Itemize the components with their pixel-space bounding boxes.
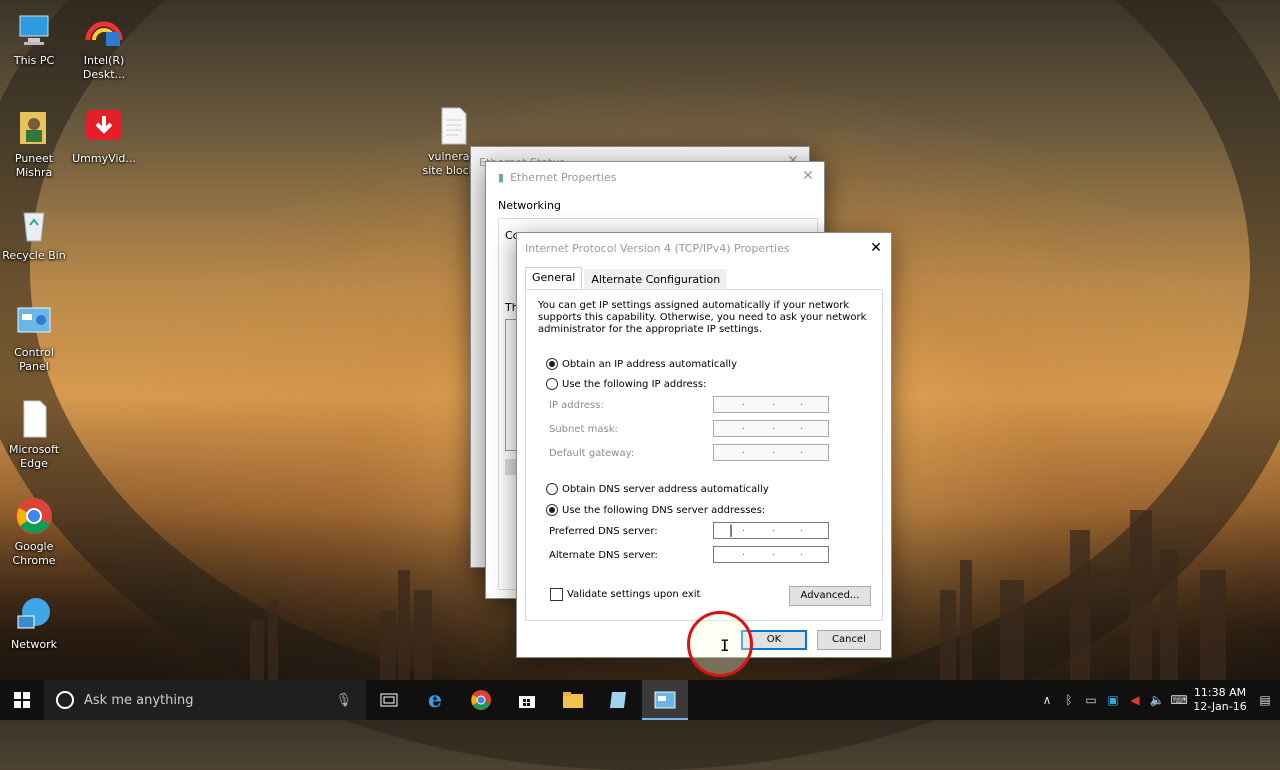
radio-ip-manual[interactable]: Use the following IP address: [546,378,706,390]
intel-desktop-icon [84,10,124,50]
desktop-icon-label: Network [11,638,57,651]
window-title: Ethernet Properties [510,170,617,184]
edge-icon[interactable]: e [412,680,458,720]
desktop-icon-user-folder[interactable]: Puneet Mishra [0,108,68,180]
close-icon[interactable]: ✕ [800,168,816,184]
app-tray-icon[interactable]: ▣ [1102,693,1124,707]
store-icon[interactable] [504,680,550,720]
start-button[interactable] [0,680,44,720]
desktop-icon-network[interactable]: Network [0,594,68,652]
tab-strip: General Alternate Configuration [525,267,729,290]
desktop-icon-label: This PC [13,54,55,67]
tab-alternate-configuration[interactable]: Alternate Configuration [584,269,728,290]
radio-label: Obtain DNS server address automatically [562,483,769,495]
text-cursor-icon: I [720,636,730,655]
desktop-icon-label: UmmyVid... [72,152,136,165]
tab-networking[interactable]: Networking [498,199,561,212]
radio-label: Obtain an IP address automatically [562,358,738,370]
radio-dns-manual[interactable]: Use the following DNS server addresses: [546,504,765,516]
recycle-bin-icon [14,205,54,245]
tcpipv4-properties-dialog[interactable]: Internet Protocol Version 4 (TCP/IPv4) P… [516,232,892,658]
clock-time: 11:38 AM [1193,686,1247,699]
text-file-icon [434,106,474,146]
clock-date: 12-Jan-16 [1193,700,1247,713]
edge-shortcut-icon [14,399,54,439]
desktop-icon-recycle-bin[interactable]: Recycle Bin [0,205,68,263]
desktop-icon-label: Recycle Bin [2,249,66,262]
window-titlebar: Internet Protocol Version 4 (TCP/IPv4) P… [517,233,891,263]
window-title: Internet Protocol Version 4 (TCP/IPv4) P… [525,241,790,255]
windows-logo-icon [14,692,30,708]
network-connections-icon[interactable] [642,680,688,720]
system-tray: ∧ ᛒ ▭ ▣ ◀ 🔈 ⌨ 11:38 AM 12-Jan-16 ▤ [1036,680,1280,720]
radio-unselected-icon [546,483,558,495]
desktop-icon-label: Intel(R) Deskt... [82,54,126,81]
desktop-icon-label: Microsoft Edge [8,443,60,470]
radio-label: Use the following IP address: [562,378,707,390]
tab-general[interactable]: General [525,267,583,290]
bluetooth-icon[interactable]: ᛒ [1058,693,1080,707]
file-explorer-icon[interactable] [550,680,596,720]
close-icon[interactable]: ✕ [868,240,884,256]
window-titlebar: ▮ Ethernet Properties [486,162,824,192]
alternate-dns-field[interactable]: ... [713,546,829,563]
action-center-icon[interactable]: ▤ [1250,693,1280,707]
this-pc-icon [14,10,54,50]
subnet-mask-field[interactable]: ... [713,420,829,437]
alert-tray-icon[interactable]: ◀ [1124,693,1146,707]
radio-dns-auto[interactable]: Obtain DNS server address automatically [546,483,769,495]
radio-selected-icon [546,358,558,370]
user-folder-icon [14,108,54,148]
radio-selected-icon [546,504,558,516]
desktop-icon-label: Google Chrome [12,540,56,567]
ip-address-label: IP address: [549,400,604,411]
keyboard-icon[interactable]: ⌨ [1168,693,1190,707]
advanced-button[interactable]: Advanced... [789,586,871,606]
alternate-dns-label: Alternate DNS server: [549,550,658,561]
search-placeholder: Ask me anything [84,692,194,708]
cortana-search-box[interactable]: Ask me anything 🎙 [44,680,366,720]
network-icon [14,594,54,634]
preferred-dns-label: Preferred DNS server: [549,526,658,537]
radio-label: Use the following DNS server addresses: [562,504,766,516]
desktop-icon-edge[interactable]: Microsoft Edge [0,399,68,471]
desktop-icon-control-panel[interactable]: Control Panel [0,302,68,374]
checkbox-label: Validate settings upon exit [567,589,701,600]
validate-settings-checkbox[interactable]: Validate settings upon exit [550,588,700,601]
default-gateway-field[interactable]: ... [713,444,829,461]
subnet-mask-label: Subnet mask: [549,424,618,435]
taskbar-chrome-icon[interactable] [458,680,504,720]
clock[interactable]: 11:38 AM 12-Jan-16 [1190,686,1250,714]
ip-address-field[interactable]: ... [713,396,829,413]
radio-ip-auto[interactable]: Obtain an IP address automatically [546,358,737,370]
volume-icon[interactable]: 🔈 [1146,693,1168,707]
radio-unselected-icon [546,378,558,390]
preferred-dns-field[interactable]: |... [713,522,829,539]
microphone-icon[interactable]: 🎙 [335,693,352,708]
network-status-icon[interactable]: ▭ [1080,693,1102,707]
desktop-icon-chrome[interactable]: Google Chrome [0,496,68,568]
cancel-button[interactable]: Cancel [817,630,881,650]
desktop-icon-ummy[interactable]: UmmyVid... [70,108,138,166]
task-view-icon[interactable] [366,680,412,720]
notepad-icon[interactable] [596,680,642,720]
description-text: You can get IP settings assigned automat… [538,300,867,335]
checkbox-box [550,588,563,601]
desktop-icon-this-pc[interactable]: This PC [0,10,68,68]
general-panel: You can get IP settings assigned automat… [525,289,883,621]
desktop-icon-label: Puneet Mishra [14,152,54,179]
show-hidden-icons-icon[interactable]: ∧ [1036,693,1058,707]
default-gateway-label: Default gateway: [549,448,635,459]
desktop-icon-label: Control Panel [14,346,54,373]
cortana-icon [56,691,74,709]
taskbar: Ask me anything 🎙 e ∧ ᛒ ▭ ▣ ◀ 🔈 ⌨ 11:38 … [0,680,1280,720]
ummy-video-downloader-icon [84,108,124,148]
chrome-icon [14,496,54,536]
network-adapter-icon: ▮ [498,170,505,184]
control-panel-icon [14,302,54,342]
desktop-icon-intel[interactable]: Intel(R) Deskt... [70,10,138,82]
